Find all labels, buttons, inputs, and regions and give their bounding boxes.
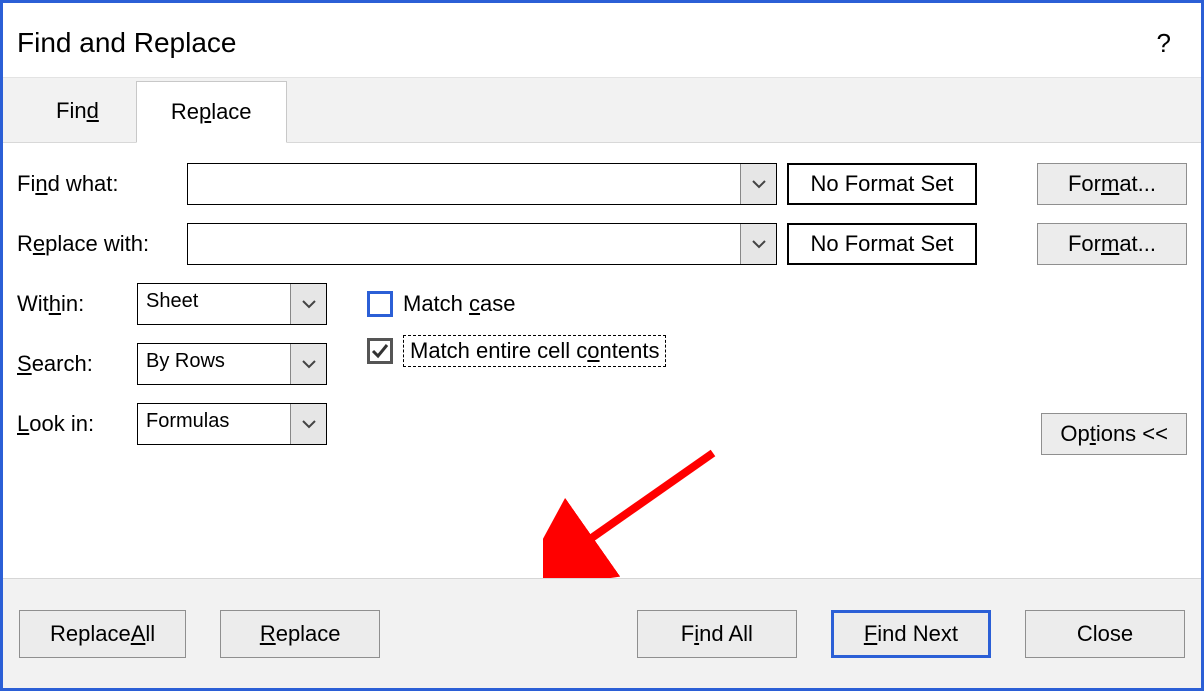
lookin-dropdown-arrow[interactable] [290,404,326,444]
search-dropdown-arrow[interactable] [290,344,326,384]
within-dropdown-arrow[interactable] [290,284,326,324]
chevron-down-icon [302,299,316,309]
match-entire-row[interactable]: Match entire cell contents [367,335,1187,367]
find-what-input[interactable] [187,163,777,205]
dialog-body: Find what: No Format Set Format... Repla… [3,143,1201,445]
match-case-row[interactable]: Match case [367,291,1187,317]
chevron-down-icon [302,419,316,429]
lookin-label: Look in: [17,411,137,437]
find-what-label: Find what: [17,171,177,197]
match-entire-label: Match entire cell contents [403,335,666,367]
titlebar: Find and Replace ? [3,3,1201,77]
search-select[interactable]: By Rows [137,343,327,385]
chevron-down-icon [302,359,316,369]
tab-find-label: FindFind [56,98,99,124]
checkmark-icon [371,342,389,360]
replace-with-text[interactable] [188,224,740,264]
find-what-row: Find what: No Format Set Format... [17,163,1187,205]
match-case-checkbox[interactable] [367,291,393,317]
within-select[interactable]: Sheet [137,283,327,325]
tab-replace-label: ReplaceReplace [171,99,252,125]
options-grid: Within: Sheet Match case Search: By Rows [17,283,1187,445]
find-format-button[interactable]: Format... [1037,163,1187,205]
replace-with-label: Replace with: [17,231,177,257]
find-next-button[interactable]: Find Next [831,610,991,658]
replace-with-row: Replace with: No Format Set Format... [17,223,1187,265]
replace-button[interactable]: Replace [220,610,380,658]
replace-with-dropdown-arrow[interactable] [740,224,776,264]
find-what-dropdown-arrow[interactable] [740,164,776,204]
find-all-button[interactable]: Find All [637,610,797,658]
search-value: By Rows [138,344,290,384]
within-label: Within: [17,291,137,317]
annotation-arrow [543,443,743,583]
replace-format-preview: No Format Set [787,223,977,265]
search-label: Search: [17,351,137,377]
find-replace-dialog: Find and Replace ? FindFind ReplaceRepla… [0,0,1204,691]
close-button[interactable]: Close [1025,610,1185,658]
lookin-value: Formulas [138,404,290,444]
match-case-label: Match case [403,291,516,317]
lookin-select[interactable]: Formulas [137,403,327,445]
match-entire-checkbox[interactable] [367,338,393,364]
replace-with-input[interactable] [187,223,777,265]
chevron-down-icon [752,239,766,249]
tab-replace[interactable]: ReplaceReplace [136,81,287,143]
options-toggle-button[interactable]: Options << [1041,413,1187,455]
find-format-preview: No Format Set [787,163,977,205]
within-value: Sheet [138,284,290,324]
help-button[interactable]: ? [1157,28,1171,59]
chevron-down-icon [752,179,766,189]
dialog-title: Find and Replace [17,27,236,59]
button-bar: Replace All Replace Find All Find Next C… [3,578,1201,688]
find-what-text[interactable] [188,164,740,204]
tab-find[interactable]: FindFind [21,80,134,142]
replace-format-button[interactable]: Format... [1037,223,1187,265]
replace-all-button[interactable]: Replace All [19,610,186,658]
tab-strip: FindFind ReplaceReplace [3,77,1201,143]
